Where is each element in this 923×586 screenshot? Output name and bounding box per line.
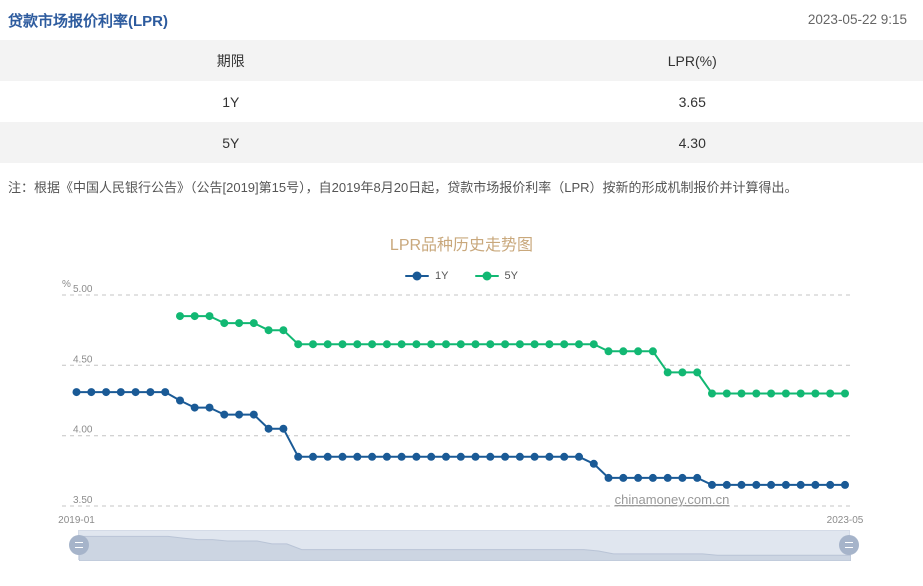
datazoom-preview-area [79, 531, 851, 561]
svg-text:5.00: 5.00 [73, 284, 93, 295]
lpr-page: 贷款市场报价利率(LPR) 2023-05-22 9:15 期限 LPR(%) … [0, 0, 923, 586]
page-header: 贷款市场报价利率(LPR) 2023-05-22 9:15 [0, 0, 923, 38]
datazoom-slider[interactable] [78, 530, 850, 560]
svg-text:3.50: 3.50 [73, 495, 93, 506]
svg-text:2019-01: 2019-01 [58, 515, 95, 526]
update-timestamp: 2023-05-22 9:15 [808, 12, 907, 27]
chart-title: LPR品种历史走势图 [0, 231, 923, 255]
table-header-row: 期限 LPR(%) [0, 40, 923, 81]
grip-icon [845, 542, 853, 548]
svg-text:chinamoney.com.cn: chinamoney.com.cn [615, 492, 730, 507]
grip-icon [75, 542, 83, 548]
lpr-history-chart: 5.00 4.50 4.00 3.50% 2019-01 2023-05 chinamone… [0, 270, 923, 530]
datazoom-right-handle[interactable] [839, 535, 859, 555]
rate-cell: 3.65 [462, 94, 923, 110]
svg-text:%: % [62, 279, 71, 290]
column-header-term: 期限 [0, 51, 462, 71]
table-row: 5Y 4.30 [0, 122, 923, 163]
svg-text:2023-05: 2023-05 [827, 515, 864, 526]
column-header-lpr: LPR(%) [462, 53, 923, 69]
page-title: 贷款市场报价利率(LPR) [8, 10, 168, 31]
datazoom-left-handle[interactable] [69, 535, 89, 555]
term-cell: 5Y [0, 135, 462, 151]
svg-text:4.50: 4.50 [73, 354, 93, 365]
rate-cell: 4.30 [462, 135, 923, 151]
table-row: 1Y 3.65 [0, 81, 923, 122]
svg-text:4.00: 4.00 [73, 425, 93, 436]
lpr-rate-table: 期限 LPR(%) 1Y 3.65 5Y 4.30 [0, 40, 923, 163]
footnote: 注：根据《中国人民银行公告》（公告[2019]第15号），自2019年8月20日… [8, 177, 918, 196]
term-cell: 1Y [0, 94, 462, 110]
